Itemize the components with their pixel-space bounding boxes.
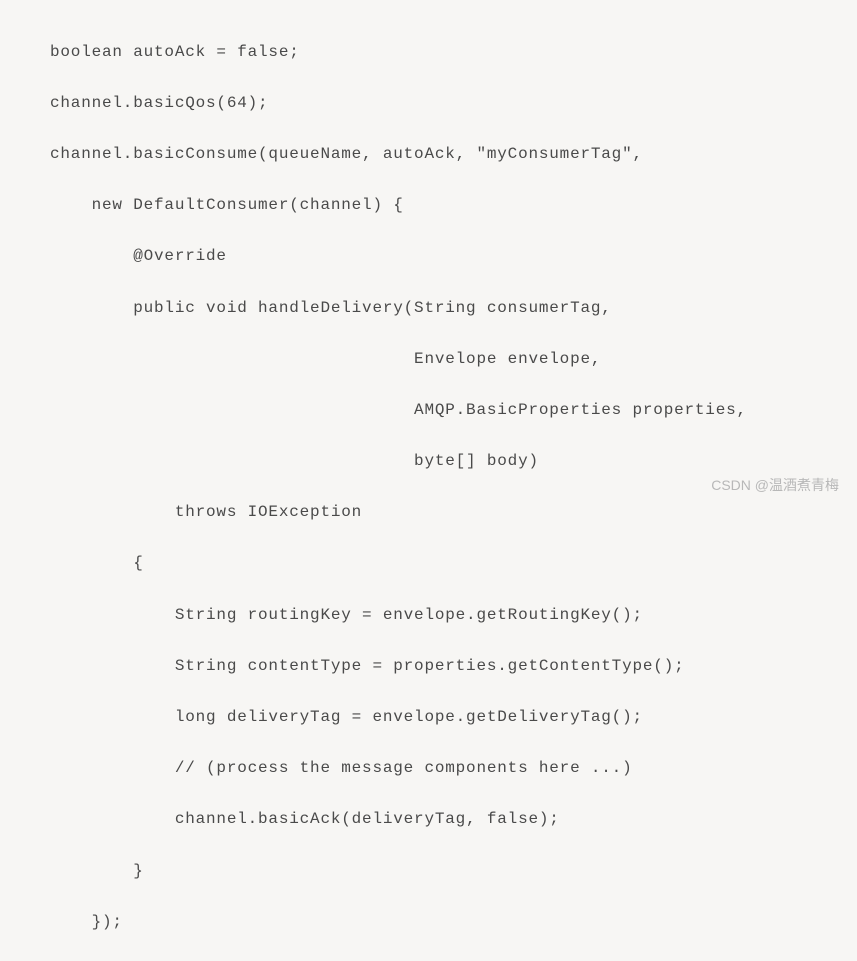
code-line: @Override (50, 244, 857, 270)
code-line: new DefaultConsumer(channel) { (50, 193, 857, 219)
code-line: channel.basicConsume(queueName, autoAck,… (50, 142, 857, 168)
watermark-text: CSDN @温酒煮青梅 (711, 474, 839, 496)
code-line: boolean autoAck = false; (50, 40, 857, 66)
code-line: }); (50, 910, 857, 936)
code-line: public void handleDelivery(String consum… (50, 296, 857, 322)
code-line: Envelope envelope, (50, 347, 857, 373)
code-line: } (50, 859, 857, 885)
code-line: long deliveryTag = envelope.getDeliveryT… (50, 705, 857, 731)
code-line: channel.basicAck(deliveryTag, false); (50, 807, 857, 833)
code-line: String routingKey = envelope.getRoutingK… (50, 603, 857, 629)
code-line: // (process the message components here … (50, 756, 857, 782)
code-line: byte[] body) (50, 449, 857, 475)
code-line: throws IOException (50, 500, 857, 526)
code-line: channel.basicQos(64); (50, 91, 857, 117)
code-line: AMQP.BasicProperties properties, (50, 398, 857, 424)
code-line: String contentType = properties.getConte… (50, 654, 857, 680)
code-line: { (50, 551, 857, 577)
